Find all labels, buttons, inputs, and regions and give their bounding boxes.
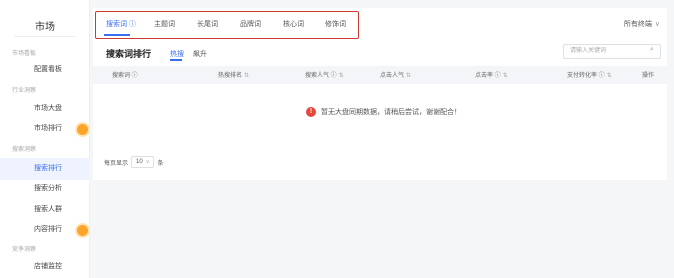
sidebar-group-label: 搜索洞察 — [12, 147, 37, 153]
notification-dot — [77, 124, 88, 135]
sort-icon[interactable]: ⇅ — [406, 73, 411, 79]
keyword-search-input[interactable]: 请输入关键词 — [563, 44, 661, 59]
column-header[interactable]: 搜索人气 ⓘ ⇅ — [305, 70, 344, 79]
sidebar-item-search-analysis[interactable]: 搜索分析 — [0, 178, 90, 200]
subtab-hot[interactable]: 热搜 — [170, 49, 184, 59]
sidebar-group-label: 市场看板 — [12, 51, 37, 57]
column-header[interactable]: 点击率 ⓘ ⇅ — [475, 70, 508, 79]
column-header: 搜索词 ⓘ — [112, 73, 138, 79]
page-size-prefix: 每页显示 — [104, 160, 129, 167]
column-header: 操作 — [642, 73, 655, 79]
tab-brand-words[interactable]: 品牌词 — [240, 19, 261, 29]
sidebar-group-label: 行业洞察 — [12, 88, 37, 94]
sort-icon[interactable]: ⇅ — [244, 73, 249, 79]
subtab-rising[interactable]: 飙升 — [193, 49, 207, 59]
tab-search-words[interactable]: 搜索词 ⓘ — [106, 19, 136, 29]
active-tab-indicator — [104, 34, 130, 36]
terminal-select[interactable]: 所有终端 ∨ — [624, 19, 660, 29]
page-size-suffix: 条 — [157, 160, 164, 167]
empty-state: ! 暂无大盘同期数据，请稍后尝试，谢谢配合！ — [306, 107, 461, 117]
sidebar-item-shop-monitor[interactable]: 店铺监控 — [0, 256, 90, 278]
active-subtab-indicator — [170, 59, 182, 61]
warning-icon: ! — [306, 107, 316, 117]
search-icon[interactable]: ⌕ — [650, 46, 654, 54]
pagination: 每页显示 10 ∨ 条 — [104, 156, 163, 168]
chevron-down-icon: ∨ — [145, 159, 150, 165]
page-size-value: 10 — [136, 159, 143, 165]
sort-icon[interactable]: ⇅ — [339, 73, 344, 79]
column-header[interactable]: 点击人气 ⇅ — [380, 70, 411, 79]
sidebar-item-config-board[interactable]: 配置看板 — [0, 59, 90, 81]
sidebar: 市场 市场看板 配置看板 行业洞察 市场大盘 市场排行 搜索洞察 搜索排行 搜索… — [0, 0, 90, 278]
column-header[interactable]: 热搜排名 ⇅ — [218, 70, 249, 79]
tab-modifier-words[interactable]: 修饰词 — [325, 19, 346, 29]
sidebar-item-search-ranking[interactable]: 搜索排行 — [0, 158, 90, 180]
page-size-select[interactable]: 10 ∨ — [131, 156, 155, 168]
sidebar-item-search-crowd[interactable]: 搜索人群 — [0, 199, 90, 221]
tab-core-words[interactable]: 核心词 — [283, 19, 304, 29]
terminal-select-label: 所有终端 — [623, 21, 652, 28]
sort-icon[interactable]: ⇅ — [607, 73, 612, 79]
sort-icon[interactable]: ⇅ — [503, 73, 508, 79]
tab-long-tail-words[interactable]: 长尾词 — [197, 19, 218, 29]
sidebar-title: 市场 — [35, 22, 55, 33]
divider — [14, 36, 76, 37]
chevron-down-icon: ∨ — [654, 21, 660, 28]
panel-title: 搜索词排行 — [106, 49, 152, 59]
notification-dot — [77, 225, 88, 236]
sidebar-group-label: 竞争洞察 — [12, 247, 37, 253]
empty-message: 暂无大盘同期数据，请稍后尝试，谢谢配合！ — [321, 109, 461, 116]
tab-topic-words[interactable]: 主题词 — [154, 19, 175, 29]
column-header[interactable]: 支付转化率 ⓘ ⇅ — [567, 70, 612, 79]
sidebar-item-market-overview[interactable]: 市场大盘 — [0, 98, 90, 120]
